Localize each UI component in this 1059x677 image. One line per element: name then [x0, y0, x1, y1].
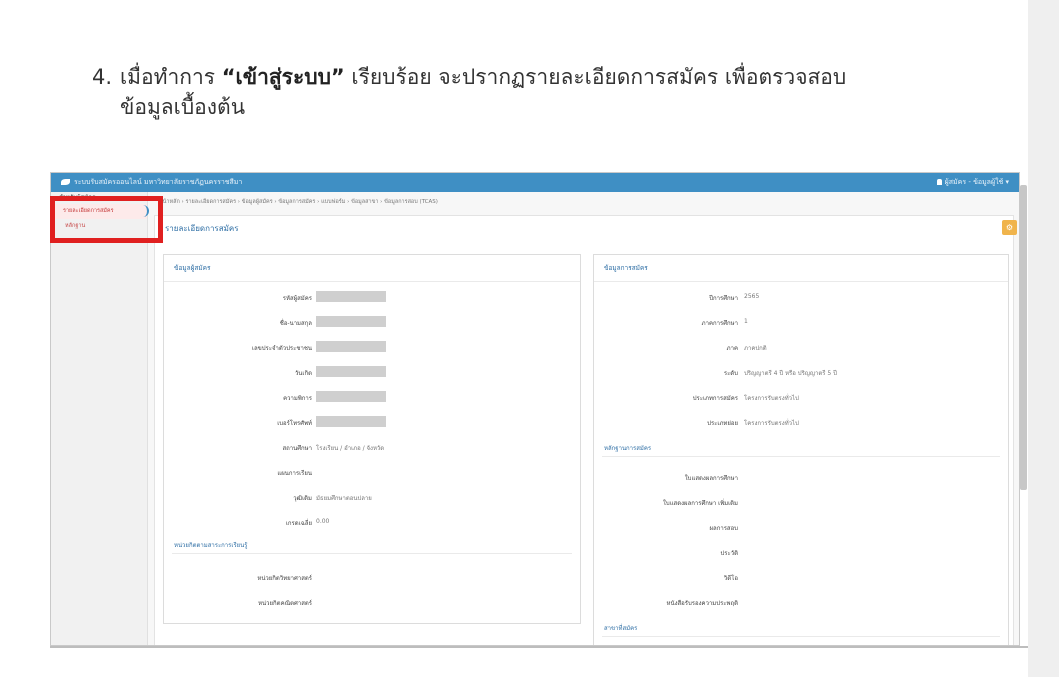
user-icon [936, 179, 942, 185]
field-row: ภาคการศึกษา 1 [594, 318, 1010, 330]
application-info-box: ข้อมูลการสมัคร ปีการศึกษา 2565 ภาคการศึกษ… [593, 254, 1010, 645]
field-value: โครงการรับตรงทั่วไป [744, 420, 799, 427]
field-label: แผนการเรียน [277, 470, 312, 477]
field-label: วันเกิด [294, 370, 312, 377]
field-row: หน่วยกิตวิทยาศาสตร์ [164, 573, 582, 585]
document-label: ผลการสอบ [709, 525, 739, 532]
field-row: หน่วยกิตคณิตศาสตร์ [164, 598, 582, 610]
field-row: ประเภทการสมัคร โครงการรับตรงทั่วไป [594, 393, 1010, 405]
right-margin-strip [1028, 0, 1059, 677]
field-value: ภาคปกติ [744, 345, 767, 352]
redacted-value [316, 316, 386, 327]
field-value: มัธยมศึกษาตอนปลาย [316, 495, 372, 502]
page-title: รายละเอียดการสมัคร [165, 224, 239, 233]
field-row: ชื่อ-นามสกุล [164, 316, 582, 330]
sidebar: สำหรับผู้สมัคร รายละเอียดการสมัคร หลักฐา… [51, 192, 149, 645]
field-value: โรงเรียน / อำเภอ / จังหวัด [316, 445, 385, 452]
user-menu[interactable]: ผู้สมัคร - ข้อมูลผู้ใช้ ▾ [936, 173, 1009, 192]
field-row: แผนการเรียน [164, 468, 582, 480]
credits-heading: หน่วยกิตตามสาระการเรียนรู้ [174, 542, 248, 549]
field-label: ความพิการ [283, 395, 312, 402]
field-label: เลขประจำตัวประชาชน [251, 345, 312, 352]
application-info-heading: ข้อมูลการสมัคร [594, 255, 1008, 282]
field-label: เกรดเฉลี่ย [285, 520, 312, 527]
redacted-value [316, 391, 386, 402]
document-row[interactable]: หนังสือรับรองความประพฤติ [594, 598, 1010, 610]
app-topbar: ระบบรับสมัครออนไลน์ มหาวิทยาลัยราชภัฏนคร… [51, 173, 1019, 192]
document-label: ใบแสดงผลการศึกษา เพิ่มเติม [662, 500, 738, 507]
redacted-value [316, 291, 386, 302]
field-value: 0.00 [316, 518, 330, 525]
app-brand-text: ระบบรับสมัครออนไลน์ มหาวิทยาลัยราชภัฏนคร… [74, 178, 243, 186]
field-label: ภาคการศึกษา [701, 320, 738, 327]
field-row: ภาค ภาคปกติ [594, 343, 1010, 355]
field-row: วันเกิด [164, 366, 582, 380]
field-row: ความพิการ [164, 391, 582, 405]
field-row: ปีการศึกษา 2565 [594, 293, 1010, 305]
field-label: วุฒิเดิม [293, 495, 312, 502]
document-row[interactable]: ประวัติ [594, 548, 1010, 560]
field-value: 2565 [744, 293, 760, 300]
document-row[interactable]: ผลการสอบ [594, 523, 1010, 535]
highlight-box [50, 196, 163, 243]
page: 4. เมื่อทำการ “เข้าสู่ระบบ” เรียบร้อย จะป… [0, 0, 1059, 677]
field-value: โครงการรับตรงทั่วไป [744, 395, 799, 402]
redacted-value [316, 416, 386, 427]
applicant-info-box: ข้อมูลผู้สมัคร รหัสผู้สมัคร ชื่อ-นามสกุล… [163, 254, 581, 624]
field-row: ประเภทย่อย โครงการรับตรงทั่วไป [594, 418, 1010, 430]
redacted-value [316, 341, 386, 352]
scrollbar-thumb[interactable] [1020, 185, 1027, 490]
field-label: สถานศึกษา [282, 445, 312, 452]
field-value: ปริญญาตรี 4 ปี หรือ ปริญญาตรี 5 ปี [744, 370, 837, 377]
field-label: ระดับ [723, 370, 738, 377]
breadcrumb[interactable]: หน้าหลัก › รายละเอียดการสมัคร › ข้อมูลผู… [159, 198, 438, 206]
instruction-login-quote: “เข้าสู่ระบบ” [221, 65, 345, 89]
redacted-value [316, 366, 386, 377]
app-screenshot: ระบบรับสมัครออนไลน์ มหาวิทยาลัยราชภัฏนคร… [50, 172, 1020, 646]
field-label: หน่วยกิตวิทยาศาสตร์ [257, 575, 312, 582]
document-row[interactable]: ใบแสดงผลการศึกษา เพิ่มเติม [594, 498, 1010, 510]
field-row: รหัสผู้สมัคร [164, 291, 582, 305]
document-label: ใบแสดงผลการศึกษา [684, 475, 738, 482]
field-row: เกรดเฉลี่ย 0.00 [164, 518, 582, 530]
divider [602, 456, 1000, 457]
instruction-part1: เมื่อทำการ [120, 65, 222, 89]
leaf-icon [61, 179, 70, 185]
branch-heading: สาขาที่สมัคร [604, 625, 638, 632]
field-label: ปีการศึกษา [709, 295, 738, 302]
field-row: เลขประจำตัวประชาชน [164, 341, 582, 355]
document-label: หนังสือรับรองความประพฤติ [666, 600, 738, 607]
instruction-text: 4. เมื่อทำการ “เข้าสู่ระบบ” เรียบร้อย จะป… [92, 62, 992, 122]
document-label: ประวัติ [720, 550, 738, 557]
field-label: เบอร์โทรศัพท์ [277, 420, 312, 427]
applicant-info-heading: ข้อมูลผู้สมัคร [164, 255, 580, 282]
main-panel: รายละเอียดการสมัคร ⚙ ข้อมูลผู้สมัคร รหัส… [154, 215, 1017, 645]
field-label: ประเภทย่อย [707, 420, 738, 427]
bottom-border [50, 646, 1028, 648]
step-number: 4. [92, 65, 113, 89]
field-label: หน่วยกิตคณิตศาสตร์ [258, 600, 312, 607]
field-row: ระดับ ปริญญาตรี 4 ปี หรือ ปริญญาตรี 5 ปี [594, 368, 1010, 380]
field-label: รหัสผู้สมัคร [282, 295, 312, 302]
field-label: ชื่อ-นามสกุล [279, 320, 312, 327]
field-label: ภาค [726, 345, 738, 352]
settings-button[interactable]: ⚙ [1002, 220, 1017, 235]
document-label: วิดีโอ [723, 575, 738, 582]
field-value: 1 [744, 318, 748, 325]
field-label: ประเภทการสมัคร [692, 395, 738, 402]
divider [172, 553, 572, 554]
app-brand[interactable]: ระบบรับสมัครออนไลน์ มหาวิทยาลัยราชภัฏนคร… [61, 173, 242, 192]
field-row: สถานศึกษา โรงเรียน / อำเภอ / จังหวัด [164, 443, 582, 455]
document-row[interactable]: วิดีโอ [594, 573, 1010, 585]
instruction-line2: ข้อมูลเบื้องต้น [120, 95, 246, 119]
user-menu-label: ผู้สมัคร - ข้อมูลผู้ใช้ [944, 178, 1004, 186]
field-row: วุฒิเดิม มัธยมศึกษาตอนปลาย [164, 493, 582, 505]
documents-heading: หลักฐานการสมัคร [604, 445, 652, 452]
document-row[interactable]: ใบแสดงผลการศึกษา [594, 473, 1010, 485]
field-row: เบอร์โทรศัพท์ [164, 416, 582, 430]
instruction-part2: เรียบร้อย จะปรากฏรายละเอียดการสมัคร เพื่… [344, 65, 847, 89]
divider [602, 636, 1000, 637]
